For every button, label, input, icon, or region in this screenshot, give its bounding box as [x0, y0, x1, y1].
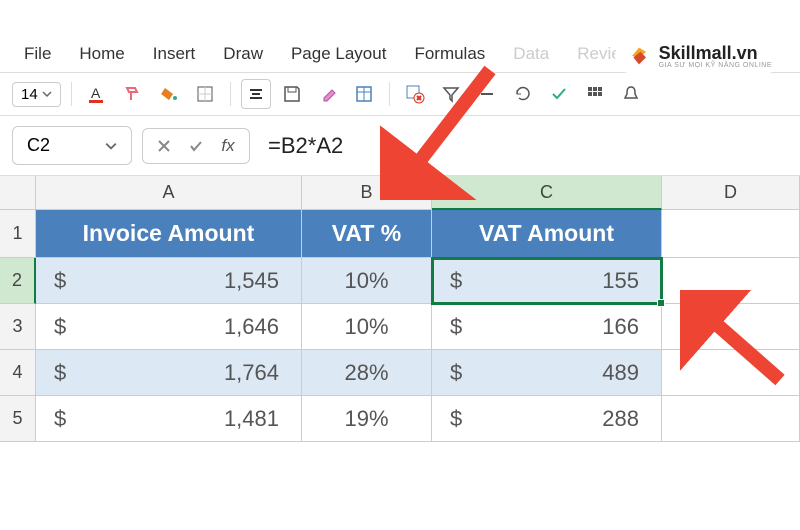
- cell-C2-selected[interactable]: $155: [432, 258, 662, 304]
- toolbar: 14 A: [0, 72, 800, 116]
- save-button[interactable]: [277, 79, 307, 109]
- header-vat-amount[interactable]: VAT Amount: [432, 210, 662, 258]
- logo-icon: [625, 42, 653, 70]
- spreadsheet-grid: A B C D 1 Invoice Amount VAT % VAT Amoun…: [0, 176, 800, 442]
- align-button[interactable]: [241, 79, 271, 109]
- formula-bar: C2 fx =B2*A2: [0, 116, 800, 176]
- select-all-corner[interactable]: [0, 176, 36, 210]
- tab-file[interactable]: File: [24, 44, 51, 64]
- table-row: 3 $1,646 10% $166: [0, 304, 800, 350]
- fill-handle[interactable]: [657, 299, 665, 307]
- formula-buttons: fx: [142, 128, 250, 164]
- cell-A4[interactable]: $1,764: [36, 350, 302, 396]
- tab-home[interactable]: Home: [79, 44, 124, 64]
- format-painter-button[interactable]: [118, 79, 148, 109]
- table-header-row: 1 Invoice Amount VAT % VAT Amount: [0, 210, 800, 258]
- delete-table-button[interactable]: [400, 79, 430, 109]
- watermark: Skillmall.vn GIA SƯ MỌI KỸ NĂNG ONLINE: [615, 38, 782, 74]
- col-header-D[interactable]: D: [662, 176, 800, 210]
- formula-input[interactable]: =B2*A2: [260, 129, 788, 163]
- cancel-formula-button[interactable]: [153, 135, 175, 157]
- tab-formulas[interactable]: Formulas: [414, 44, 485, 64]
- table-row: 5 $1,481 19% $288: [0, 396, 800, 442]
- col-header-A[interactable]: A: [36, 176, 302, 210]
- cell-A5[interactable]: $1,481: [36, 396, 302, 442]
- cell-B2[interactable]: 10%: [302, 258, 432, 304]
- refresh-button[interactable]: [508, 79, 538, 109]
- cell-D1[interactable]: [662, 210, 800, 258]
- svg-text:A: A: [91, 85, 101, 101]
- table-row: 2 $1,545 10% $155: [0, 258, 800, 304]
- tab-data[interactable]: Data: [513, 44, 549, 64]
- table-button[interactable]: [349, 79, 379, 109]
- minus-button[interactable]: [472, 79, 502, 109]
- cell-B4[interactable]: 28%: [302, 350, 432, 396]
- cell-C4[interactable]: $489: [432, 350, 662, 396]
- font-size-value: 14: [21, 86, 38, 103]
- eraser-button[interactable]: [313, 79, 343, 109]
- font-size-selector[interactable]: 14: [12, 82, 61, 107]
- col-header-C[interactable]: C: [432, 176, 662, 210]
- cell-D3[interactable]: [662, 304, 800, 350]
- cell-D5[interactable]: [662, 396, 800, 442]
- name-box-value: C2: [27, 135, 50, 156]
- cell-A3[interactable]: $1,646: [36, 304, 302, 350]
- cell-C3[interactable]: $166: [432, 304, 662, 350]
- accept-formula-button[interactable]: [185, 135, 207, 157]
- tab-insert[interactable]: Insert: [153, 44, 196, 64]
- borders-button[interactable]: [190, 79, 220, 109]
- grid-button[interactable]: [580, 79, 610, 109]
- row-header-1[interactable]: 1: [0, 210, 36, 258]
- cell-D2[interactable]: [662, 258, 800, 304]
- row-header-2[interactable]: 2: [0, 258, 36, 304]
- cell-B5[interactable]: 19%: [302, 396, 432, 442]
- table-row: 4 $1,764 28% $489: [0, 350, 800, 396]
- row-header-4[interactable]: 4: [0, 350, 36, 396]
- font-color-button[interactable]: A: [82, 79, 112, 109]
- fill-color-button[interactable]: [154, 79, 184, 109]
- watermark-title: Skillmall.vn: [659, 44, 772, 62]
- check-button[interactable]: [544, 79, 574, 109]
- fx-button[interactable]: fx: [217, 135, 239, 157]
- chevron-down-icon: [105, 140, 117, 152]
- filter-button[interactable]: [436, 79, 466, 109]
- cell-D4[interactable]: [662, 350, 800, 396]
- header-vat-pct[interactable]: VAT %: [302, 210, 432, 258]
- row-header-5[interactable]: 5: [0, 396, 36, 442]
- name-box[interactable]: C2: [12, 126, 132, 165]
- header-invoice-amount[interactable]: Invoice Amount: [36, 210, 302, 258]
- notification-button[interactable]: [616, 79, 646, 109]
- tab-page-layout[interactable]: Page Layout: [291, 44, 386, 64]
- cell-A2[interactable]: $1,545: [36, 258, 302, 304]
- watermark-subtitle: GIA SƯ MỌI KỸ NĂNG ONLINE: [659, 62, 772, 69]
- row-header-3[interactable]: 3: [0, 304, 36, 350]
- chevron-down-icon: [42, 89, 52, 99]
- col-header-B[interactable]: B: [302, 176, 432, 210]
- cell-C5[interactable]: $288: [432, 396, 662, 442]
- tab-draw[interactable]: Draw: [223, 44, 263, 64]
- cell-B3[interactable]: 10%: [302, 304, 432, 350]
